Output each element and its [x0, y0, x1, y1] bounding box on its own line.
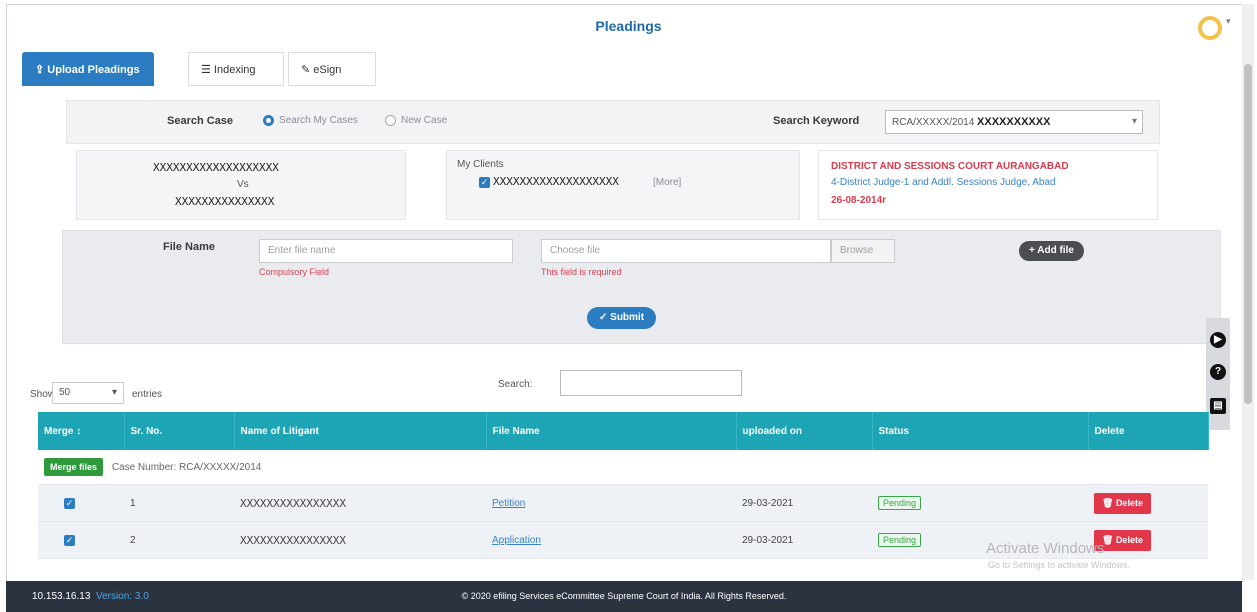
radio-new-case[interactable] [385, 115, 396, 126]
side-toolbar: ▶ ? ▤ [1206, 318, 1230, 430]
respondent-name: XXXXXXXXXXXXXXX [175, 195, 275, 208]
entries-value: 50 [59, 387, 71, 398]
col-uploaded-on[interactable]: uploaded on [736, 412, 873, 450]
scroll-thumb[interactable] [1244, 64, 1252, 404]
case-parties-box: XXXXXXXXXXXXXXXXXXX Vs XXXXXXXXXXXXXXX [76, 150, 406, 220]
search-my-cases-label: Search My Cases [279, 115, 358, 126]
col-merge[interactable]: Merge ↕ [38, 412, 125, 450]
trash-icon: 🗑 [1102, 497, 1116, 508]
chevron-down-icon[interactable]: ▾ [1226, 16, 1231, 27]
tab-upload-label: Upload Pleadings [47, 64, 140, 76]
choose-file-input[interactable]: Choose file [541, 239, 831, 263]
browse-button[interactable]: Browse [831, 239, 895, 263]
file-name-error: Compulsory Field [259, 267, 330, 277]
entries-label: entries [132, 389, 163, 400]
merge-files-button[interactable]: Merge files [44, 458, 104, 476]
pleadings-table: Merge ↕ Sr. No. Name of Litigant File Na… [38, 412, 1209, 559]
keyword-mask: XXXXXXXXXX [977, 116, 1051, 128]
case-number: Case Number: RCA/XXXXX/2014 [111, 462, 262, 473]
col-litigant[interactable]: Name of Litigant [234, 412, 487, 450]
file-name-input[interactable]: Enter file name [259, 239, 513, 263]
radio-search-my-cases[interactable] [263, 115, 274, 126]
search-keyword-label: Search Keyword [773, 115, 860, 127]
list-icon: ☰ [201, 64, 214, 76]
page-title: Pleadings [595, 18, 662, 34]
search-case-bar: Search Case Search My Cases New Case Sea… [66, 100, 1160, 144]
my-clients-label: My Clients [457, 159, 504, 170]
tab-indexing[interactable]: ☰ Indexing [188, 52, 284, 86]
client-name: XXXXXXXXXXXXXXXXXXX [493, 175, 619, 188]
vs-label: Vs [237, 179, 249, 190]
litigant-name: XXXXXXXXXXXXXXXX [234, 484, 486, 522]
upload-icon: ⇪ [35, 64, 48, 76]
file-link[interactable]: Application [492, 535, 541, 546]
help-icon[interactable]: ? [1210, 364, 1226, 380]
submit-button[interactable]: ✓ Submit [587, 307, 657, 329]
page-scrollbar[interactable] [1242, 4, 1254, 580]
merge-checkbox[interactable]: ✓ [64, 534, 75, 546]
file-name-label: File Name [163, 241, 215, 253]
activate-windows-sub: Go to Settings to activate Windows. [988, 560, 1131, 570]
col-file-name[interactable]: File Name [486, 412, 737, 450]
sr-no: 2 [124, 521, 234, 559]
table-header-row: Merge ↕ Sr. No. Name of Litigant File Na… [38, 412, 1209, 450]
search-case-label: Search Case [167, 115, 234, 127]
file-link[interactable]: Petition [492, 498, 525, 509]
tab-indexing-label: Indexing [213, 64, 256, 76]
sort-icon: ↕ [76, 425, 82, 437]
avatar[interactable] [1198, 16, 1222, 40]
pdf-icon[interactable]: ▤ [1210, 398, 1226, 414]
court-detail: 4-District Judge-1 and Addl. Sessions Ju… [831, 177, 1056, 188]
litigant-name: XXXXXXXXXXXXXXXX [234, 521, 486, 559]
table-row: ✓ 1 XXXXXXXXXXXXXXXX Petition 29-03-2021… [38, 484, 1208, 522]
user-pen-icon: ✎ [301, 64, 314, 76]
my-clients-box: My Clients ✓ XXXXXXXXXXXXXXXXXXX [More] [446, 150, 800, 220]
court-date: 26-08-2014r [831, 195, 887, 206]
caret-down-icon: ▾ [1131, 116, 1137, 127]
activate-windows-watermark: Activate Windows [986, 540, 1105, 557]
add-file-button[interactable]: + Add file [1019, 241, 1084, 261]
merge-checkbox[interactable]: ✓ [64, 497, 75, 509]
tab-upload-pleadings[interactable]: ⇪ Upload Pleadings [22, 52, 154, 86]
sr-no: 1 [124, 484, 234, 522]
col-status[interactable]: Status [872, 412, 1089, 450]
search-keyword-select[interactable]: RCA/XXXXX/2014 XXXXXXXXXX ▾ [885, 110, 1143, 134]
petitioner-name: XXXXXXXXXXXXXXXXXXX [153, 161, 279, 174]
caret-down-icon: ▾ [111, 387, 117, 398]
more-clients-link[interactable]: [More] [653, 177, 681, 188]
status-badge: Pending [878, 533, 922, 547]
entries-select[interactable]: 50 ▾ [52, 382, 124, 404]
table-search-label: Search: [498, 379, 533, 390]
uploaded-date: 29-03-2021 [736, 484, 872, 522]
col-sr-no[interactable]: Sr. No. [124, 412, 235, 450]
tab-esign-label: eSign [313, 64, 342, 76]
tab-esign[interactable]: ✎ eSign [288, 52, 376, 86]
uploaded-date: 29-03-2021 [736, 521, 872, 559]
col-delete[interactable]: Delete [1088, 412, 1209, 450]
upload-panel: File Name Enter file name Compulsory Fie… [62, 230, 1221, 344]
status-badge: Pending [878, 496, 922, 510]
client-checkbox[interactable]: ✓ [479, 177, 490, 188]
keyword-prefix: RCA/XXXXX/2014 [892, 117, 975, 128]
delete-button[interactable]: 🗑 Delete [1094, 492, 1151, 514]
table-search-input[interactable] [560, 370, 742, 396]
choose-file-error: This field is required [541, 267, 622, 277]
footer: 10.153.16.13 Version: 3.0 © 2020 efiling… [6, 581, 1242, 612]
new-case-label: New Case [401, 115, 448, 126]
play-icon[interactable]: ▶ [1210, 332, 1226, 348]
case-group-row: Merge files Case Number: RCA/XXXXX/2014 [38, 450, 1208, 485]
copyright: © 2020 efiling Services eCommittee Supre… [461, 591, 787, 601]
court-title: DISTRICT AND SESSIONS COURT AURANGABAD [831, 161, 1069, 172]
court-info-box: DISTRICT AND SESSIONS COURT AURANGABAD 4… [818, 150, 1158, 220]
